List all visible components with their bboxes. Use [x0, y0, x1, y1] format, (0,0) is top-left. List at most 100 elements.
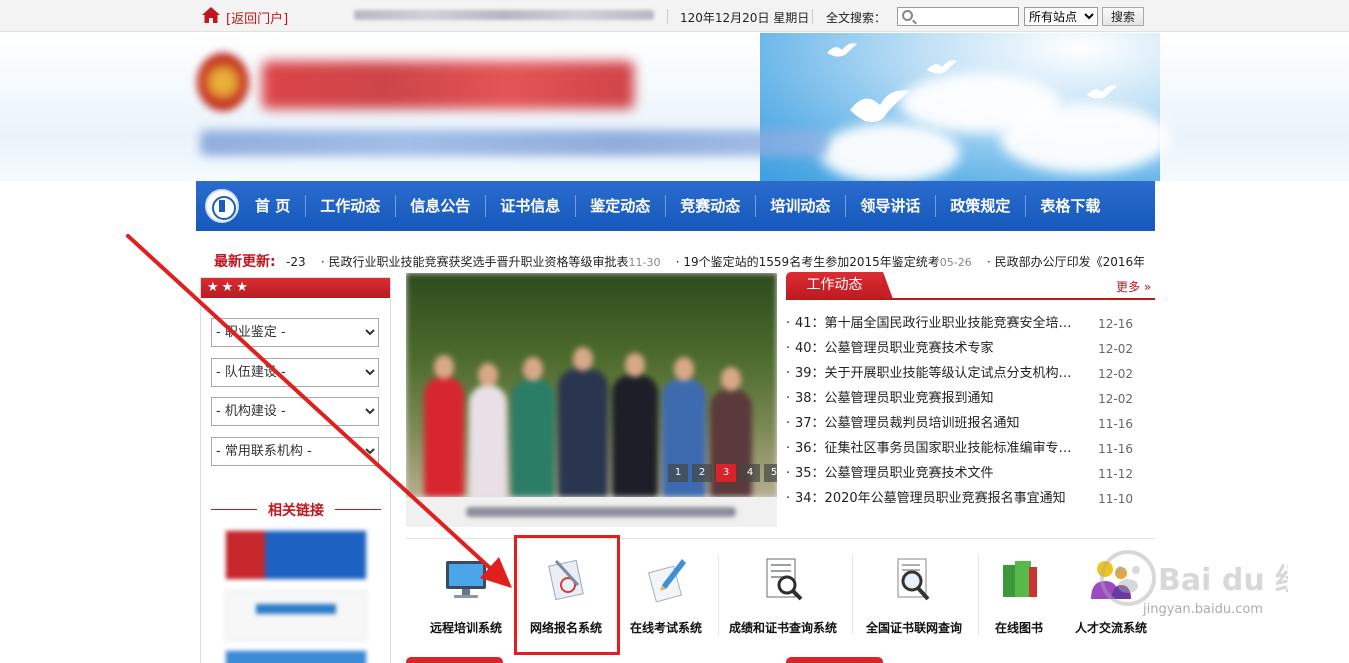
person-figure	[511, 357, 555, 497]
news-item[interactable]: · 39：关于开展职业技能等级认定试点分支机构… 12-02	[786, 364, 1154, 389]
search-button[interactable]: 搜索	[1102, 7, 1144, 26]
search-field[interactable]	[897, 7, 1019, 26]
blurred-banner-title	[262, 61, 634, 109]
home-icon[interactable]	[201, 6, 221, 24]
bullet: ·	[786, 316, 791, 331]
search-label: 全文搜索：	[826, 11, 887, 25]
exam-pen-icon	[647, 559, 686, 603]
slide-dot[interactable]: 2	[692, 464, 712, 482]
nav-item-competition[interactable]: 竞赛动态	[665, 181, 755, 231]
nav-item-downloads[interactable]: 表格下载	[1025, 181, 1115, 231]
news-title[interactable]: 35：公墓管理员职业竞赛技术文件	[795, 464, 1083, 489]
news-date: 12-02	[1098, 392, 1133, 406]
remote-training-system[interactable]: 远程培训系统	[416, 539, 516, 649]
divider	[667, 9, 668, 24]
national-certificate-query[interactable]: 全国证书联网查询	[854, 539, 974, 649]
bullet: ·	[786, 466, 791, 481]
more-link[interactable]: 更多 »	[1116, 278, 1151, 295]
news-title[interactable]: 34：2020年公墓管理员职业竞赛报名事宜通知	[795, 489, 1083, 514]
system-label: 在线图书	[994, 621, 1043, 635]
nav-item-training[interactable]: 培训动态	[755, 181, 845, 231]
person-figure	[612, 353, 658, 497]
nav-item-home[interactable]: 首 页	[240, 181, 305, 231]
ticker-item[interactable]: · 19个鉴定站的1559名考生参加2015年鉴定统考	[676, 255, 940, 269]
bullet: ·	[786, 391, 791, 406]
news-item[interactable]: · 34：2020年公墓管理员职业竞赛报名事宜通知 11-10	[786, 489, 1154, 514]
divider	[852, 555, 853, 635]
cloud	[1000, 103, 1170, 173]
news-item[interactable]: · 40：公墓管理员职业竞赛技术专家 12-02	[786, 339, 1154, 364]
person-figure	[424, 355, 464, 497]
section-tab[interactable]	[406, 657, 503, 663]
news-list: · 41：第十届全国民政行业职业技能竞赛安全培… 12-16 · 40：公墓管理员职业…	[786, 314, 1154, 514]
nav-item-speeches[interactable]: 领导讲话	[845, 181, 935, 231]
bullet: ·	[786, 416, 791, 431]
news-title[interactable]: 40：公墓管理员职业竞赛技术专家	[795, 339, 1083, 364]
person-figure	[558, 347, 608, 497]
bullet: ·	[786, 441, 791, 456]
nav-item-policy[interactable]: 政策规定	[935, 181, 1025, 231]
slideshow-caption	[406, 497, 777, 527]
slide-dot[interactable]: 4	[740, 464, 760, 482]
nav-item-appraisal[interactable]: 鉴定动态	[575, 181, 665, 231]
ticker-item[interactable]: -23	[286, 255, 306, 269]
score-certificate-query-system[interactable]: 成绩和证书查询系统	[718, 539, 848, 649]
news-date: 12-02	[1098, 367, 1133, 381]
vocational-appraisal-select[interactable]: - 职业鉴定 -	[211, 318, 379, 347]
back-to-portal-link[interactable]: [返回门户]	[226, 8, 288, 27]
news-title[interactable]: 38：公墓管理员职业竞赛报到通知	[795, 389, 1083, 414]
news-title[interactable]: 36：征集社区事务员国家职业技能标准编审专…	[795, 439, 1083, 464]
online-library[interactable]: 在线图书	[974, 539, 1064, 649]
system-label: 全国证书联网查询	[865, 621, 962, 635]
ticker-date: 11-30	[628, 256, 661, 269]
related-link-banner[interactable]	[225, 530, 367, 580]
dove-icon	[1087, 85, 1117, 99]
slide-dot-active[interactable]: 3	[716, 464, 736, 482]
news-title[interactable]: 41：第十届全国民政行业职业技能竞赛安全培…	[795, 314, 1083, 339]
news-title[interactable]: 37：公墓管理员裁判员培训班报名通知	[795, 414, 1083, 439]
photo-slideshow[interactable]: 1 2 3 4 5	[406, 273, 777, 527]
books-icon	[1003, 561, 1037, 597]
sidebar-header: ★★★	[201, 278, 390, 298]
news-date: 11-12	[1098, 467, 1133, 481]
section-tab[interactable]	[786, 657, 883, 663]
news-title[interactable]: 39：关于开展职业技能等级认定试点分支机构…	[795, 364, 1083, 389]
related-link-banner[interactable]	[225, 591, 367, 641]
monitor-icon	[446, 561, 486, 598]
dove-icon	[927, 60, 957, 74]
online-exam-system[interactable]: 在线考试系统	[616, 539, 716, 649]
dove-icon	[850, 90, 910, 122]
blurred-banner-subtitle	[200, 130, 828, 156]
system-label: 成绩和证书查询系统	[728, 621, 837, 635]
site-select[interactable]: 所有站点	[1024, 7, 1098, 26]
slideshow-pager: 1 2 3 4 5	[668, 464, 777, 482]
divider	[812, 9, 813, 24]
contacts-select[interactable]: - 常用联系机构 -	[211, 437, 379, 466]
news-item[interactable]: · 38：公墓管理员职业竞赛报到通知 12-02	[786, 389, 1154, 414]
search-icon	[902, 10, 913, 21]
news-date: 11-16	[1098, 442, 1133, 456]
search-input[interactable]	[918, 9, 1016, 24]
news-item[interactable]: · 36：征集社区事务员国家职业技能标准编审专… 11-16	[786, 439, 1154, 464]
nav-item-certificates[interactable]: 证书信息	[485, 181, 575, 231]
nav-logo-icon[interactable]	[205, 189, 239, 223]
tab-work-news[interactable]: 工作动态	[786, 272, 893, 299]
news-item[interactable]: · 35：公墓管理员职业竞赛技术文件 11-12	[786, 464, 1154, 489]
news-item[interactable]: · 37：公墓管理员裁判员培训班报名通知 11-16	[786, 414, 1154, 439]
notebook-search-icon	[766, 558, 803, 601]
news-item[interactable]: · 41：第十届全国民政行业职业技能竞赛安全培… 12-16	[786, 314, 1154, 339]
org-building-select[interactable]: - 机构建设 -	[211, 397, 379, 426]
nav-item-announcements[interactable]: 信息公告	[395, 181, 485, 231]
cloud	[820, 123, 960, 181]
national-emblem-logo	[197, 53, 249, 111]
slide-dot[interactable]: 5	[764, 464, 777, 482]
news-date: 11-16	[1098, 417, 1133, 431]
related-link-banner[interactable]	[225, 650, 367, 663]
nav-item-work-news[interactable]: 工作动态	[305, 181, 395, 231]
ticker-item[interactable]: · 民政部办公厅印发《2016年民政	[987, 255, 1144, 269]
bullet: ·	[786, 366, 791, 381]
nav-items: 首 页 工作动态 信息公告 证书信息 鉴定动态 竞赛动态 培训动态 领导讲话 政…	[240, 181, 1115, 231]
ticker-item[interactable]: · 民政行业职业技能竞赛获奖选手晋升职业资格等级审批表	[321, 255, 629, 269]
slide-dot[interactable]: 1	[668, 464, 688, 482]
team-building-select[interactable]: - 队伍建设 -	[211, 358, 379, 387]
